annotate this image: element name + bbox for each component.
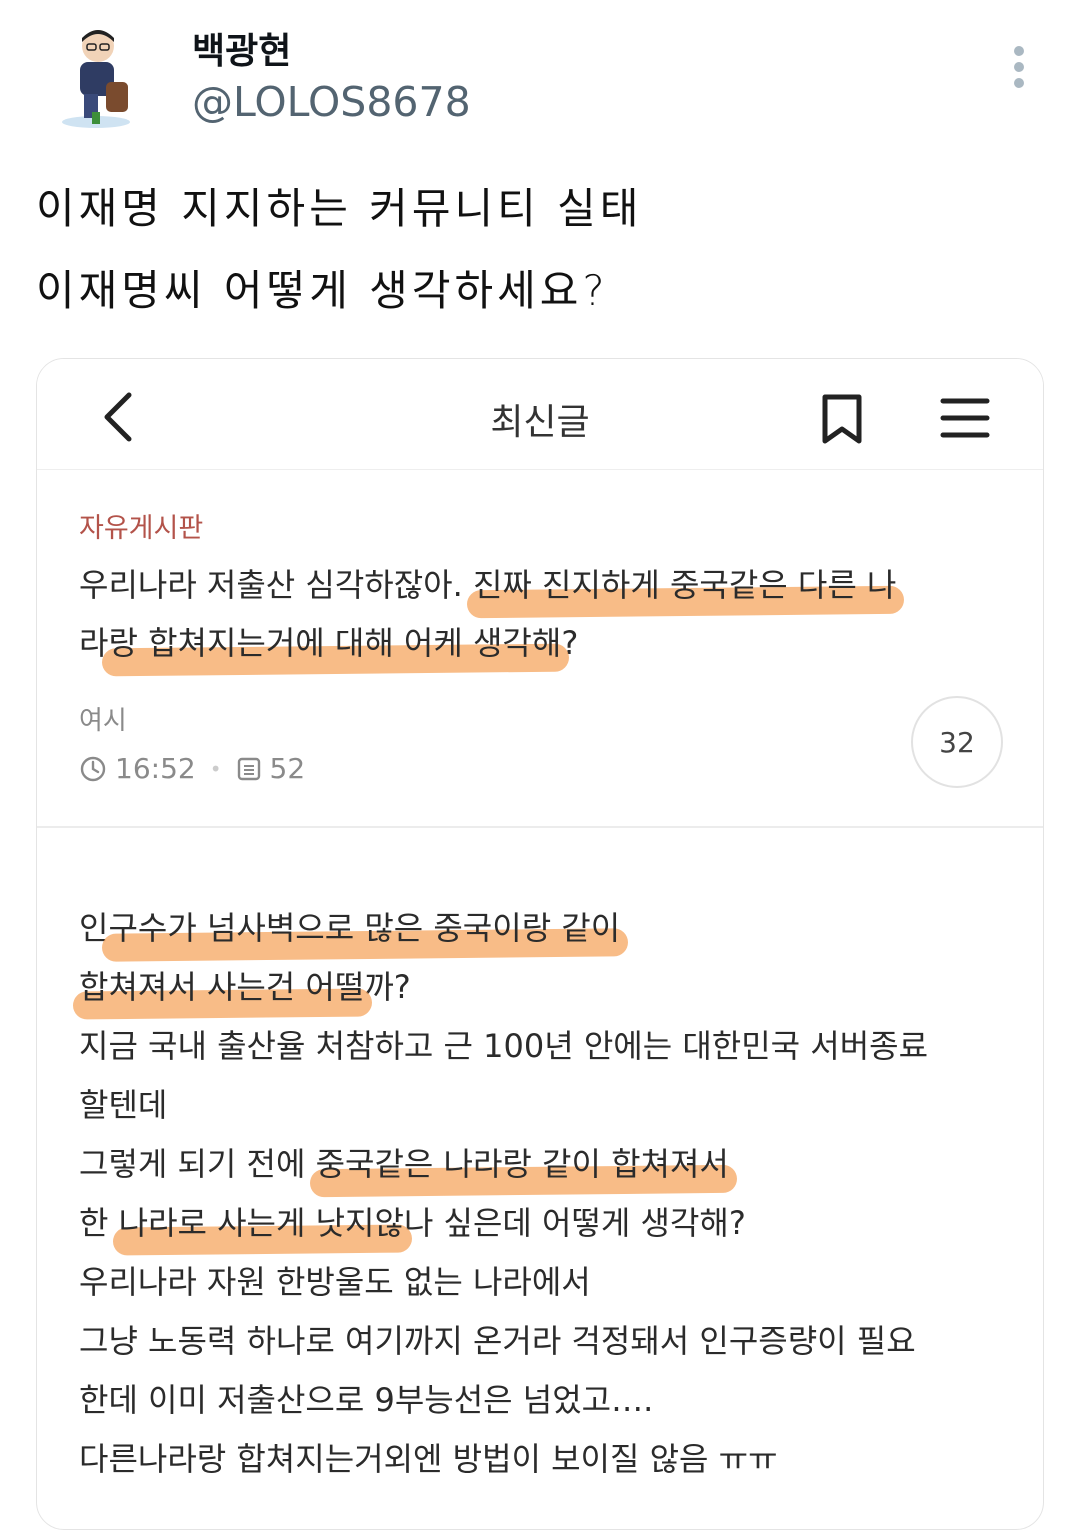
post-title[interactable]: 우리나라 저출산 심각하잖아. 진짜 진지하게 중국같은 다른 나 라랑 합쳐지… xyxy=(79,556,999,672)
tweet-text: 이재명 지지하는 커뮤니티 실태 이재명씨 어떻게 생각하세요? xyxy=(36,168,1036,332)
highlighted-text: 랑 합쳐지는거에 대해 어케 생각해 xyxy=(108,624,562,662)
separator-dot: • xyxy=(209,756,222,781)
highlighted-text: 나라로 사는게 낫지않 xyxy=(118,1204,404,1242)
body-text: 나 싶은데 어떻게 생각해? xyxy=(403,1204,746,1242)
user-handle[interactable]: @LOLOS8678 xyxy=(192,78,471,126)
post-body-text: 인구수가 넘사벽으로 많은 중국이랑 같이 합쳐져서 사는건 어떨까? 지금 국… xyxy=(79,899,1019,1489)
body-line: 다른나라랑 합쳐지는거외엔 방법이 보이질 않음 ㅠㅠ xyxy=(79,1440,778,1478)
body-line: 우리나라 자원 한방울도 없는 나라에서 xyxy=(79,1263,591,1301)
tweet-header: 백광현 @LOLOS8678 xyxy=(0,0,1080,140)
embedded-screenshot[interactable]: 최신글 자유게시판 우리나라 저출산 심각하잖아. 진짜 진지하게 중국같은 다… xyxy=(36,358,1044,1530)
body-line: 합쳐져서 사는건 어떨까? xyxy=(79,958,1019,1017)
app-bar: 최신글 xyxy=(37,359,1043,470)
view-count: 52 xyxy=(269,752,306,785)
views-icon xyxy=(237,757,260,780)
post-time: 16:52 xyxy=(115,752,196,785)
tweet-text-line: 이재명씨 어떻게 생각하세요? xyxy=(36,266,609,315)
avatar[interactable] xyxy=(56,24,142,130)
display-name[interactable]: 백광현 xyxy=(192,22,291,74)
divider xyxy=(37,826,1043,828)
comment-count-badge[interactable]: 32 xyxy=(911,696,1003,788)
page-title: 최신글 xyxy=(490,402,590,443)
body-line: 할텐데 xyxy=(79,1086,168,1124)
body-line: 한 나라로 사는게 낫지않나 싶은데 어떻게 생각해? xyxy=(79,1194,1019,1253)
highlighted-text: 합쳐져서 사는건 어떨 xyxy=(79,968,365,1006)
body-line: 그냥 노동력 하나로 여기까지 온거라 걱정돼서 인구증량이 필요 xyxy=(79,1322,916,1360)
title-text: 우리나라 저출산 심각하잖아. xyxy=(79,566,473,604)
board-label[interactable]: 자유게시판 xyxy=(79,506,203,545)
body-line: 지금 국내 출산율 처참하고 근 100년 안에는 대한민국 서버종료 xyxy=(79,1027,929,1065)
highlighted-text: 구수가 넘사벽으로 많은 중국이랑 같이 xyxy=(108,909,621,947)
menu-icon[interactable] xyxy=(939,395,991,441)
post-list-item[interactable]: 자유게시판 우리나라 저출산 심각하잖아. 진짜 진지하게 중국같은 다른 나 … xyxy=(37,470,1043,826)
more-options-icon[interactable] xyxy=(1004,44,1034,90)
body-line: 한데 이미 저출산으로 9부능선은 넘었고…. xyxy=(79,1381,654,1419)
body-line: 인구수가 넘사벽으로 많은 중국이랑 같이 xyxy=(79,899,1019,958)
post-meta: 16:52 • 52 xyxy=(79,752,305,785)
post-body: 인구수가 넘사벽으로 많은 중국이랑 같이 합쳐져서 사는건 어떨까? 지금 국… xyxy=(37,829,1043,1529)
body-text: 그렇게 되기 전에 xyxy=(79,1145,316,1183)
clock-icon xyxy=(80,756,106,781)
highlighted-text: 진짜 진지하게 중국같은 다른 나 xyxy=(472,566,897,604)
body-line: 그렇게 되기 전에 중국같은 나라랑 같이 합쳐져서 xyxy=(79,1135,1019,1194)
bookmark-icon[interactable] xyxy=(817,393,867,445)
highlighted-text: 중국같은 나라랑 같이 합쳐져서 xyxy=(315,1145,729,1183)
author-name[interactable]: 여시 xyxy=(79,700,127,737)
tweet-text-line: 이재명 지지하는 커뮤니티 실태 xyxy=(36,184,643,233)
